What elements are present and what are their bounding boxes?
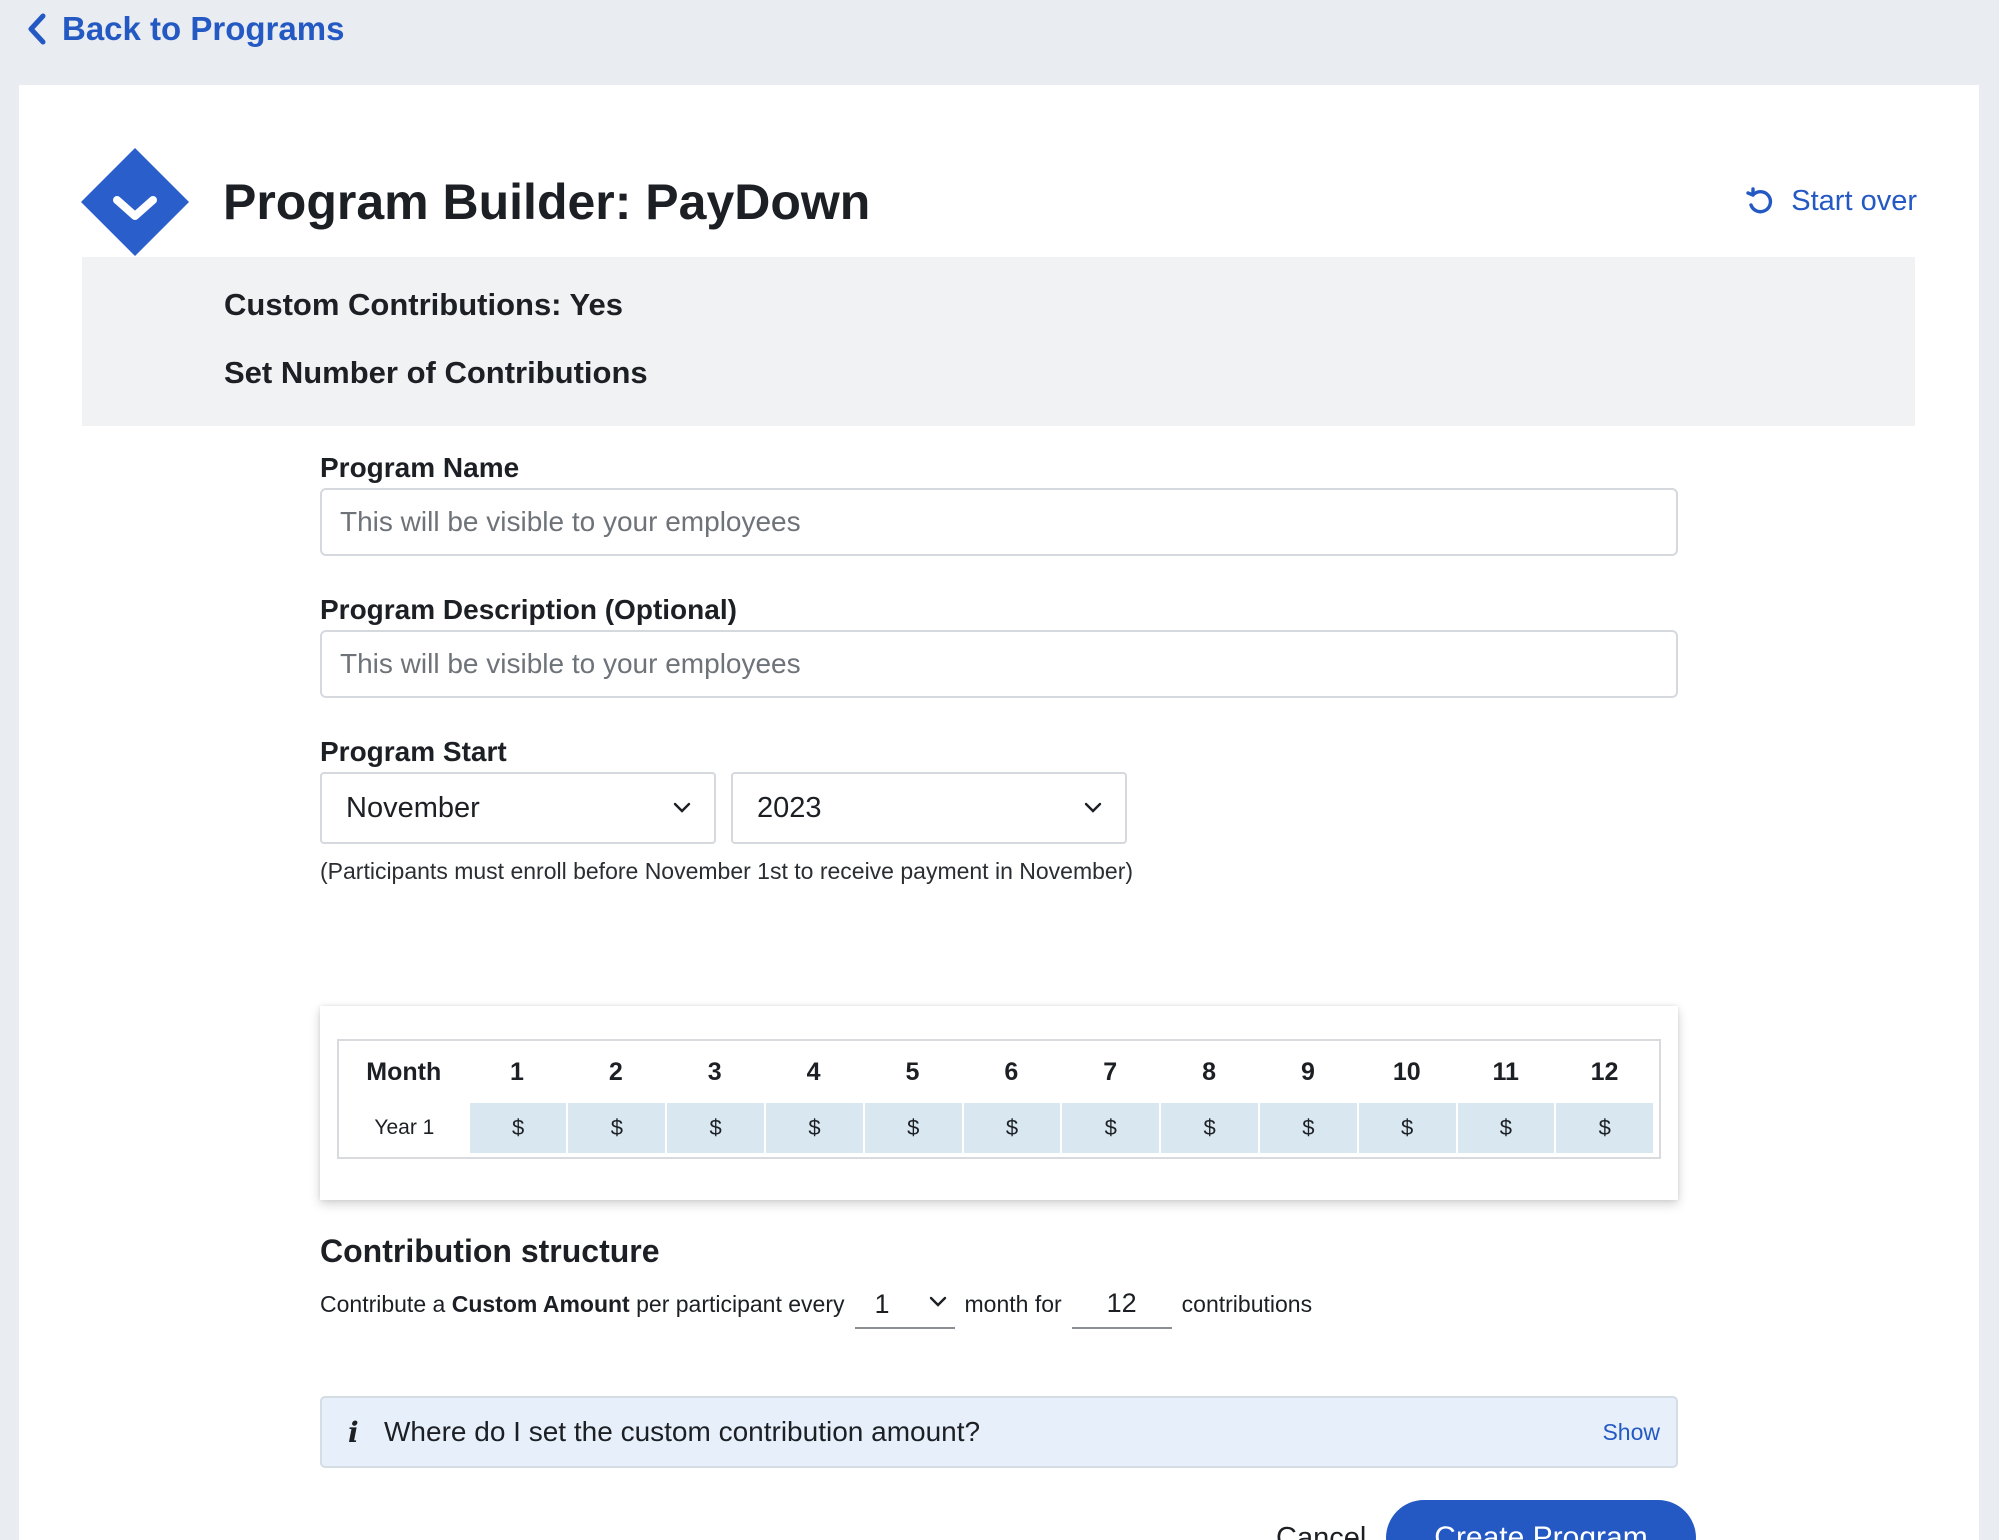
amount-cell-input[interactable]: $ — [1358, 1103, 1456, 1153]
structure-prefix: Contribute a — [320, 1291, 446, 1317]
contribution-count-input[interactable] — [1071, 1287, 1172, 1329]
contribution-structure-title: Contribution structure — [320, 1233, 660, 1269]
cancel-button[interactable]: Cancel — [1276, 1522, 1366, 1540]
chevron-down-icon — [673, 802, 691, 813]
month-header: Month — [366, 1057, 442, 1086]
schedule-header-row: Month 1 2 3 4 5 6 7 8 9 10 11 12 — [339, 1041, 1655, 1103]
amount-cell-input[interactable]: $ — [864, 1103, 962, 1153]
month-col-header: 1 — [509, 1057, 524, 1086]
contribution-schedule-table: Month 1 2 3 4 5 6 7 8 9 10 11 12 Year 1 … — [337, 1039, 1661, 1159]
chevron-down-icon — [1084, 802, 1102, 813]
restart-icon — [1746, 186, 1773, 213]
custom-contributions-summary: Custom Contributions: Yes — [224, 287, 624, 322]
month-col-header: 5 — [905, 1057, 920, 1086]
month-col-header: 3 — [707, 1057, 722, 1086]
contribution-structure-sentence: Contribute a Custom Amount per participa… — [320, 1287, 1620, 1337]
program-name-label: Program Name — [320, 452, 520, 483]
program-name-input[interactable] — [320, 488, 1678, 556]
month-col-header: 10 — [1392, 1057, 1421, 1086]
chevron-left-icon — [28, 13, 46, 45]
start-month-select[interactable]: November — [320, 772, 716, 844]
set-number-summary: Set Number of Contributions — [224, 355, 648, 390]
interval-value: 1 — [874, 1289, 890, 1319]
program-start-label: Program Start — [320, 736, 507, 767]
month-col-header: 8 — [1202, 1057, 1217, 1086]
chevron-down-icon — [929, 1296, 946, 1307]
start-year-value: 2023 — [757, 791, 822, 824]
start-over-label: Start over — [1791, 185, 1917, 217]
structure-middle: per participant every — [636, 1291, 845, 1317]
program-builder-card: Program Builder: PayDown Start over Cust… — [19, 85, 1979, 1540]
amount-cell-input[interactable]: $ — [963, 1103, 1061, 1153]
month-col-header: 7 — [1103, 1057, 1118, 1086]
program-summary-panel: Custom Contributions: Yes Set Number of … — [82, 257, 1915, 426]
back-link-label: Back to Programs — [62, 10, 345, 47]
structure-suffix: contributions — [1181, 1291, 1313, 1317]
amount-cell-input[interactable]: $ — [1556, 1103, 1654, 1153]
start-month-value: November — [346, 791, 480, 824]
back-to-programs-link[interactable]: Back to Programs — [26, 10, 344, 48]
structure-month-for: month for — [964, 1291, 1062, 1317]
month-col-header: 6 — [1004, 1057, 1019, 1086]
custom-amount-info-box: i Where do I set the custom contribution… — [320, 1396, 1678, 1468]
enroll-hint: (Participants must enroll before Novembe… — [320, 858, 1134, 884]
amount-cell-input[interactable]: $ — [1161, 1103, 1258, 1153]
table-row: Year 1 $ $ $ $ $ $ $ $ $ $ $ $ — [339, 1103, 1655, 1153]
start-year-select[interactable]: 2023 — [731, 772, 1127, 844]
amount-cell-input[interactable]: $ — [469, 1103, 567, 1153]
month-col-header: 11 — [1492, 1057, 1519, 1086]
amount-cell-input[interactable]: $ — [568, 1103, 666, 1153]
month-col-header: 2 — [608, 1057, 623, 1086]
amount-cell-input[interactable]: $ — [1062, 1103, 1160, 1153]
interval-select[interactable]: 1 — [854, 1287, 955, 1329]
paydown-logo-icon — [81, 148, 189, 256]
amount-cell-input[interactable]: $ — [1457, 1103, 1555, 1153]
amount-cell-input[interactable]: $ — [1259, 1103, 1357, 1153]
info-show-toggle[interactable]: Show — [1602, 1419, 1660, 1446]
contribution-schedule-card: Month 1 2 3 4 5 6 7 8 9 10 11 12 Year 1 … — [320, 1006, 1678, 1200]
month-col-header: 12 — [1590, 1057, 1619, 1086]
amount-cell-input[interactable]: $ — [667, 1103, 765, 1153]
start-over-button[interactable]: Start over — [1745, 185, 1917, 218]
amount-cell-input[interactable]: $ — [766, 1103, 863, 1153]
program-description-label: Program Description (Optional) — [320, 594, 737, 625]
structure-amount-type: Custom Amount — [451, 1291, 630, 1317]
program-description-input[interactable] — [320, 630, 1678, 698]
info-icon: i — [348, 1415, 359, 1449]
year-row-label: Year 1 — [374, 1116, 435, 1139]
month-col-header: 4 — [806, 1057, 821, 1086]
create-program-button[interactable]: Create Program — [1386, 1500, 1696, 1540]
page-title: Program Builder: PayDown — [223, 174, 871, 230]
month-col-header: 9 — [1300, 1057, 1315, 1086]
info-question: Where do I set the custom contribution a… — [384, 1416, 981, 1447]
